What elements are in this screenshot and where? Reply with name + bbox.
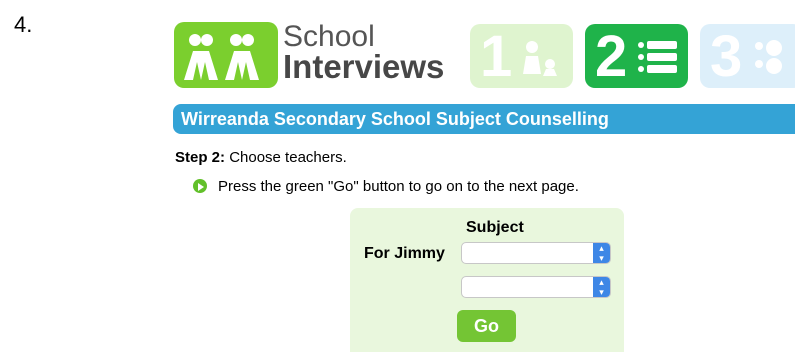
student-row-label: For Jimmy [364,245,445,262]
step-3-indicator: 3 [700,24,795,88]
step-2-indicator: 2 [585,24,688,88]
instruction-line: Press the green "Go" button to go on to … [193,178,579,195]
step-heading: Step 2: Choose teachers. [175,149,347,166]
schedule-icon [755,40,782,74]
select-arrows-icon: ▴ ▾ [593,277,610,297]
instruction-text: Press the green "Go" button to go on to … [218,178,579,195]
logo-line-2: Interviews [283,48,445,85]
step-1-indicator: 1 [470,24,573,88]
list-icon [638,41,677,73]
step-number-label: 4. [14,12,33,37]
step-2-number: 2 [595,24,628,89]
step-1-number: 1 [480,24,513,89]
step-3-number: 3 [710,24,743,89]
step-label: Step 2: [175,149,226,166]
subject-select-2[interactable]: ▴ ▾ [461,276,611,298]
play-icon [193,179,207,193]
people-icon [184,34,259,80]
logo-wordmark: School Interviews [283,22,445,85]
person-icon [523,41,557,76]
go-button[interactable]: Go [457,310,516,342]
step-text: Choose teachers. [229,149,347,166]
banner-title: Wirreanda Secondary School Subject Couns… [181,109,609,129]
subject-column-header: Subject [466,219,524,236]
school-banner: Wirreanda Secondary School Subject Couns… [173,104,795,134]
school-interviews-logo-icon [174,22,278,88]
subject-select-1[interactable]: ▴ ▾ [461,242,611,264]
select-arrows-icon: ▴ ▾ [593,243,610,263]
